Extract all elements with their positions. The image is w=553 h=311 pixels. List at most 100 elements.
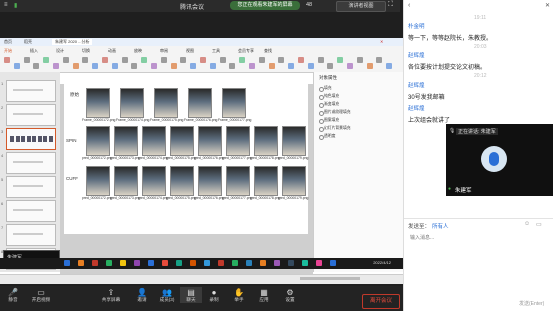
wps-tab-document[interactable]: 朱建军 2020 ...分析 xyxy=(52,39,93,45)
taskbar-app-icon[interactable] xyxy=(302,260,308,266)
ribbon-tool-icon[interactable] xyxy=(92,63,99,69)
ribbon-tool-icon[interactable] xyxy=(366,63,373,69)
wps-tab-home[interactable]: 首页 xyxy=(4,39,12,45)
radio-icon[interactable] xyxy=(319,127,324,132)
zoom-slider[interactable] xyxy=(300,277,360,280)
toolbar-apps-button[interactable]: ▦ 应用 xyxy=(253,287,275,303)
toolbar-settings-button[interactable]: ⚙ 设置 xyxy=(279,287,301,303)
taskbar-app-icon[interactable] xyxy=(330,260,336,266)
ribbon-tool-icon[interactable] xyxy=(239,57,246,63)
ribbon-tool-icon[interactable] xyxy=(347,63,353,69)
ribbon-tool-icon[interactable] xyxy=(298,57,304,63)
wps-tab-docer[interactable]: 稻壳 xyxy=(24,39,32,45)
ribbon-tool-icon[interactable] xyxy=(141,57,148,63)
slide-thumbnail[interactable] xyxy=(6,80,56,102)
taskbar-app-icon[interactable] xyxy=(260,260,266,266)
ribbon-tool-icon[interactable] xyxy=(268,63,275,69)
ribbon-tool-icon[interactable] xyxy=(180,57,187,63)
taskbar-app-icon[interactable] xyxy=(106,260,112,266)
ribbon-tool-icon[interactable] xyxy=(278,57,285,63)
toolbar-raise-hand-button[interactable]: ✋ 举手 xyxy=(228,287,250,303)
taskbar-app-icon[interactable] xyxy=(78,260,84,266)
ribbon-tool-icon[interactable] xyxy=(151,63,157,69)
ribbon-tab[interactable]: 动画 xyxy=(108,48,116,54)
taskbar-app-icon[interactable] xyxy=(316,260,322,266)
taskbar-app-icon[interactable] xyxy=(232,260,238,266)
slide-thumbnail[interactable] xyxy=(6,200,56,222)
taskbar-app-icon[interactable] xyxy=(64,260,70,266)
radio-icon[interactable] xyxy=(319,87,324,92)
toolbar-camera-button[interactable]: ▭ 开启视频 xyxy=(30,287,52,303)
toolbar-chat-button[interactable]: ▤ 聊天 xyxy=(180,287,202,303)
ribbon-tool-icon[interactable] xyxy=(4,57,10,63)
ribbon-tool-icon[interactable] xyxy=(62,57,69,63)
property-option[interactable]: 填充 xyxy=(324,86,332,91)
slide-thumbnail[interactable] xyxy=(6,224,56,246)
ribbon-tab[interactable]: 审阅 xyxy=(160,48,168,54)
fullscreen-icon[interactable]: ⛶ xyxy=(388,1,393,9)
toolbar-share-screen-button[interactable]: ⇪ 共享屏幕 xyxy=(100,287,122,303)
chat-input[interactable] xyxy=(408,232,552,294)
ribbon-tool-icon[interactable] xyxy=(229,63,236,69)
ribbon-tool-icon[interactable] xyxy=(200,57,206,63)
ribbon-tool-icon[interactable] xyxy=(160,57,167,63)
ribbon-tool-icon[interactable] xyxy=(337,57,344,63)
ribbon-tab[interactable]: 工具 xyxy=(212,48,220,54)
ribbon-tool-icon[interactable] xyxy=(72,63,79,69)
slide-thumbnail[interactable] xyxy=(6,128,56,150)
ribbon-tool-icon[interactable] xyxy=(53,63,59,69)
ribbon-tool-icon[interactable] xyxy=(288,63,295,69)
radio-icon[interactable] xyxy=(319,103,324,108)
taskbar-app-icon[interactable] xyxy=(288,260,294,266)
taskbar-app-icon[interactable] xyxy=(204,260,210,266)
speaker-view-button[interactable]: 演讲者视图 xyxy=(336,1,386,12)
ribbon-tool-icon[interactable] xyxy=(317,57,324,63)
toolbar-record-button[interactable]: ● 录制 xyxy=(203,287,225,303)
ribbon-tool-icon[interactable] xyxy=(219,57,226,63)
ribbon-tab[interactable]: 插入 xyxy=(30,48,38,54)
emoji-icon[interactable]: ☺ xyxy=(524,221,530,227)
ribbon-tool-icon[interactable] xyxy=(82,57,89,63)
taskbar-app-icon[interactable] xyxy=(190,260,196,266)
ribbon-tool-icon[interactable] xyxy=(102,57,108,63)
taskbar-app-icon[interactable] xyxy=(246,260,252,266)
property-option[interactable]: 纯色填充 xyxy=(324,94,339,99)
taskbar-app-icon[interactable] xyxy=(134,260,140,266)
taskbar-app-icon[interactable] xyxy=(162,260,168,266)
top-menu-icon[interactable]: ≡ xyxy=(4,2,8,8)
ribbon-tool-icon[interactable] xyxy=(13,63,20,69)
ribbon-tool-icon[interactable] xyxy=(43,57,50,63)
property-option[interactable]: 图案填充 xyxy=(324,118,339,123)
ribbon-tool-icon[interactable] xyxy=(131,63,138,69)
toolbar-invite-button[interactable]: 👤 邀请 xyxy=(131,287,153,303)
send-to-target[interactable]: 所有人 xyxy=(432,222,449,230)
ribbon-tool-icon[interactable] xyxy=(170,63,177,69)
chat-back-icon[interactable]: ‹ xyxy=(408,2,410,9)
radio-icon[interactable] xyxy=(319,119,324,124)
radio-icon[interactable] xyxy=(319,95,324,100)
property-option[interactable]: 透明度 xyxy=(324,134,335,139)
ribbon-tool-icon[interactable] xyxy=(33,63,40,69)
ribbon-tab[interactable]: 切换 xyxy=(82,48,90,54)
ribbon-tab[interactable]: 设计 xyxy=(56,48,64,54)
leave-meeting-button[interactable]: 离开会议 xyxy=(362,294,400,309)
ribbon-tab[interactable]: 开始 xyxy=(4,48,12,54)
ribbon-tool-icon[interactable] xyxy=(121,57,128,63)
ribbon-tool-icon[interactable] xyxy=(386,63,393,69)
ribbon-tool-icon[interactable] xyxy=(249,63,255,69)
ribbon-tool-icon[interactable] xyxy=(258,57,265,63)
ribbon-tool-icon[interactable] xyxy=(190,63,197,69)
ribbon-tool-icon[interactable] xyxy=(356,57,363,63)
wps-close-icon[interactable]: ✕ xyxy=(380,39,383,44)
ribbon-tool-icon[interactable] xyxy=(111,63,118,69)
ribbon-tab[interactable]: 会员专享 xyxy=(238,48,254,54)
property-option[interactable]: 图片或纹理填充 xyxy=(324,110,351,115)
taskbar-app-icon[interactable] xyxy=(92,260,98,266)
ribbon-tool-icon[interactable] xyxy=(376,57,383,63)
send-button[interactable]: 发送(Enter) xyxy=(519,300,544,307)
radio-icon[interactable] xyxy=(319,135,324,140)
toolbar-members-button[interactable]: 👥 成员(3) xyxy=(156,287,178,303)
file-icon[interactable]: ▭ xyxy=(536,221,542,228)
slide-thumbnail[interactable] xyxy=(6,176,56,198)
property-option[interactable]: 渐变填充 xyxy=(324,102,339,107)
